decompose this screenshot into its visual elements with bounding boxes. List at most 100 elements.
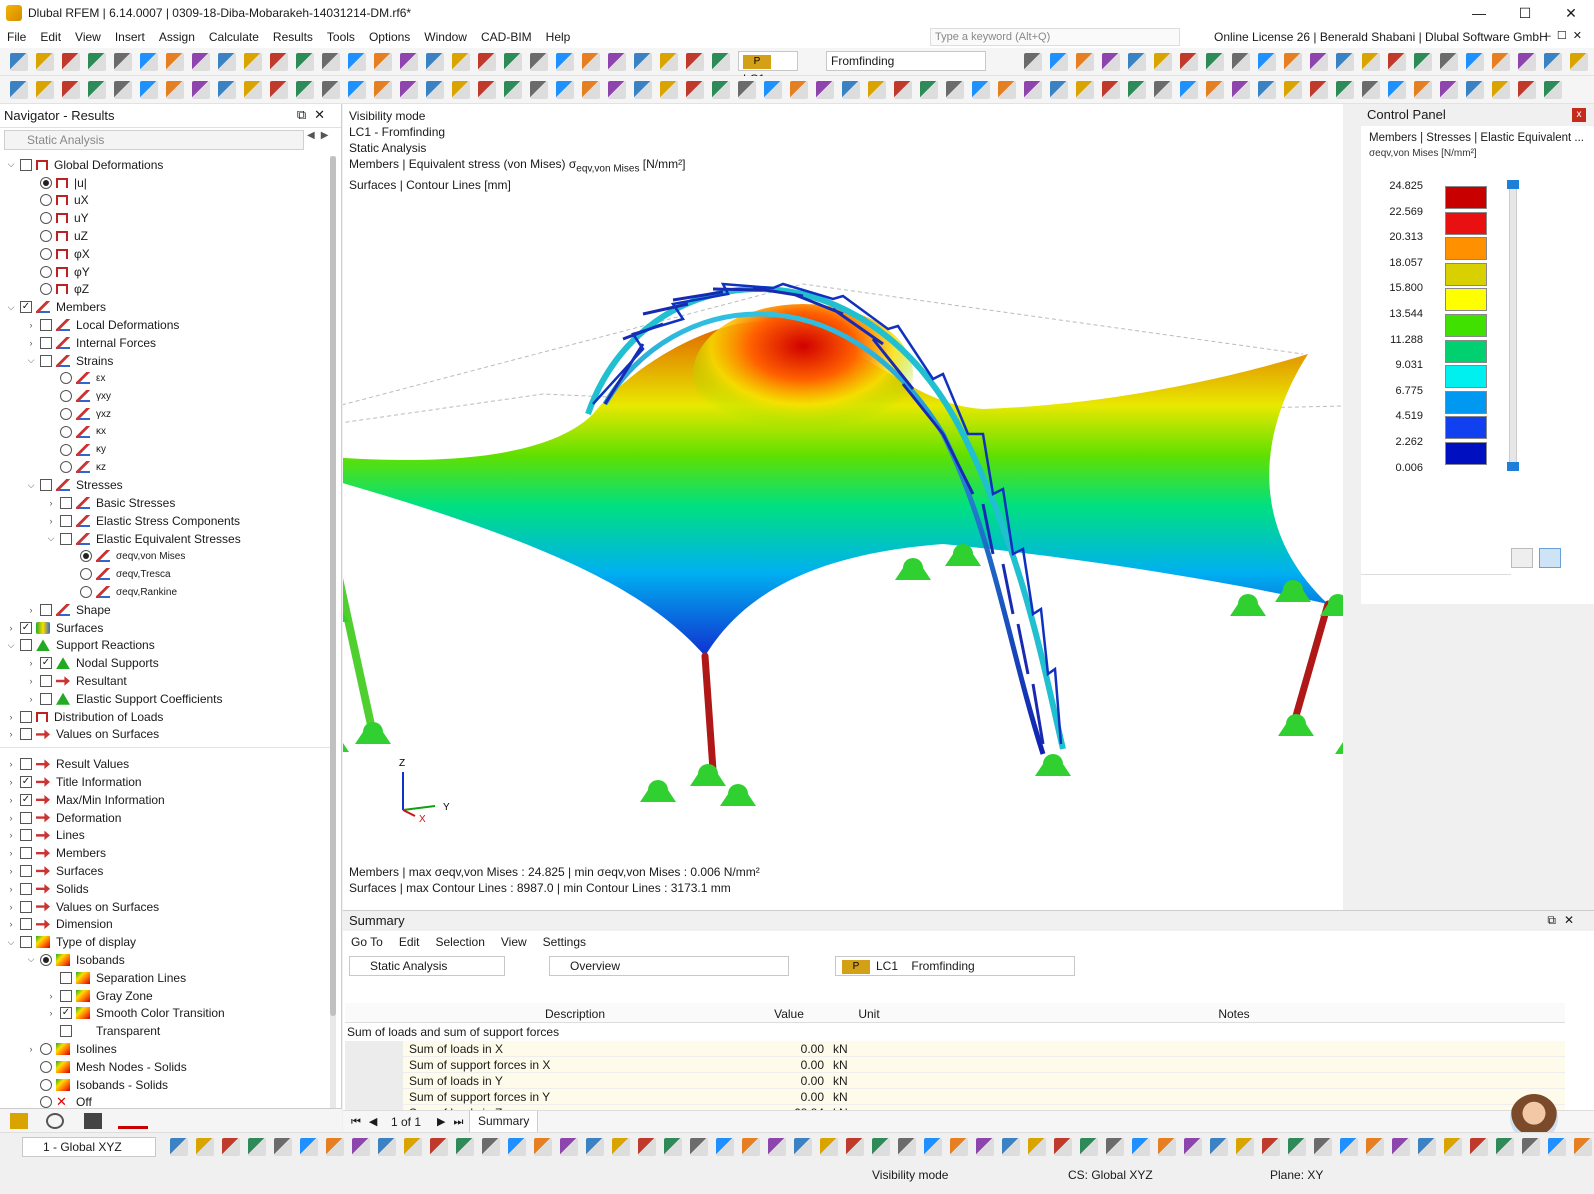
tree-expander-icon[interactable]: › xyxy=(46,498,56,508)
toolbar-tool-icon[interactable] xyxy=(1314,1138,1332,1156)
tree-item[interactable]: › Basic Stresses xyxy=(0,494,330,512)
toolbar-tool-icon[interactable] xyxy=(582,81,600,99)
tree-item[interactable]: |u| xyxy=(0,174,330,192)
toolbar-tool-icon[interactable] xyxy=(1206,53,1224,71)
toolbar-tool-icon[interactable] xyxy=(1158,1138,1176,1156)
toolbar-tool-icon[interactable] xyxy=(36,53,54,71)
toolbar-tool-icon[interactable] xyxy=(1206,81,1224,99)
menu-cad-bim[interactable]: CAD-BIM xyxy=(474,30,539,44)
toolbar-tool-icon[interactable] xyxy=(1262,1138,1280,1156)
toolbar-tool-icon[interactable] xyxy=(192,53,210,71)
toolbar-tool-icon[interactable] xyxy=(348,53,366,71)
toolbar-tool-icon[interactable] xyxy=(846,1138,864,1156)
tree-expander-icon[interactable]: ⌵ xyxy=(6,159,16,170)
tree-item[interactable]: › Dimension xyxy=(0,915,330,933)
toolbar-tool-icon[interactable] xyxy=(794,1138,812,1156)
toolbar-tool-icon[interactable] xyxy=(1440,53,1458,71)
tree-item[interactable]: φZ xyxy=(0,281,330,299)
toolbar-tool-icon[interactable] xyxy=(716,1138,734,1156)
tree-checkbox[interactable]: ✓ xyxy=(20,775,32,788)
toolbar-tool-icon[interactable] xyxy=(1054,1138,1072,1156)
toolbar-tool-icon[interactable] xyxy=(1154,81,1172,99)
toolbar-tool-icon[interactable] xyxy=(170,1138,188,1156)
toolbar-tool-icon[interactable] xyxy=(348,81,366,99)
toolbar-tool-icon[interactable] xyxy=(1544,81,1562,99)
tree-expander-icon[interactable]: › xyxy=(6,623,16,633)
tree-item[interactable]: σeqv,Rankine xyxy=(0,583,330,601)
tree-checkbox[interactable] xyxy=(20,728,32,741)
table-row[interactable]: Sum of loads in Y 0.00 kN xyxy=(345,1073,1565,1089)
tree-expander-icon[interactable]: › xyxy=(6,919,16,929)
toolbar-tool-icon[interactable] xyxy=(556,53,574,71)
menu-options[interactable]: Options xyxy=(362,30,417,44)
toolbar-tool-icon[interactable] xyxy=(300,1138,318,1156)
toolbar-tool-icon[interactable] xyxy=(196,1138,214,1156)
summary-menu-settings[interactable]: Settings xyxy=(535,935,594,949)
toolbar-tool-icon[interactable] xyxy=(1518,81,1536,99)
menu-tools[interactable]: Tools xyxy=(320,30,362,44)
tree-item[interactable]: Transparent xyxy=(0,1022,330,1040)
toolbar-tool-icon[interactable] xyxy=(426,53,444,71)
col-value[interactable]: Value xyxy=(749,1007,829,1021)
tree-item[interactable]: φX xyxy=(0,245,330,263)
toolbar-tool-icon[interactable] xyxy=(504,81,522,99)
summary-view-combo[interactable]: Overview xyxy=(549,956,789,976)
toolbar-tool-icon[interactable] xyxy=(638,1138,656,1156)
toolbar-tool-icon[interactable] xyxy=(898,1138,916,1156)
summary-menu-goto[interactable]: Go To xyxy=(343,935,391,949)
nodal-supports[interactable] xyxy=(343,544,1343,806)
summary-analysis-combo[interactable]: Static Analysis xyxy=(349,956,505,976)
toolbar-tool-icon[interactable] xyxy=(326,1138,344,1156)
tree-checkbox[interactable] xyxy=(60,1025,72,1038)
toolbar-tool-icon[interactable] xyxy=(218,81,236,99)
toolbar-tool-icon[interactable] xyxy=(244,53,262,71)
toolbar-tool-icon[interactable] xyxy=(114,53,132,71)
tree-item[interactable]: κx xyxy=(0,423,330,441)
tree-expander-icon[interactable]: › xyxy=(26,676,36,686)
tree-radio[interactable] xyxy=(60,408,72,421)
membrane-structure-model[interactable]: Z Y X xyxy=(343,104,1343,910)
toolbar-tool-icon[interactable] xyxy=(1102,81,1120,99)
toolbar-tool-icon[interactable] xyxy=(374,53,392,71)
toolbar-tool-icon[interactable] xyxy=(166,81,184,99)
tree-expander-icon[interactable]: › xyxy=(6,830,16,840)
toolbar-tool-icon[interactable] xyxy=(1028,1138,1046,1156)
tree-checkbox[interactable]: ✓ xyxy=(20,621,32,634)
tree-checkbox[interactable] xyxy=(20,936,32,949)
toolbar-tool-icon[interactable] xyxy=(508,1138,526,1156)
toolbar-tool-icon[interactable] xyxy=(1574,1138,1592,1156)
toolbar-tool-icon[interactable] xyxy=(586,1138,604,1156)
col-description[interactable]: Description xyxy=(405,1007,745,1021)
tree-item[interactable]: ⌵ Type of display xyxy=(0,933,330,951)
tree-checkbox[interactable] xyxy=(60,514,72,527)
tree-checkbox[interactable]: ✓ xyxy=(60,1007,72,1020)
legend-slider-bottom-handle[interactable] xyxy=(1507,462,1519,471)
tree-item[interactable]: › ✓ Surfaces xyxy=(0,619,330,637)
tree-checkbox[interactable] xyxy=(20,710,32,723)
toolbar-tool-icon[interactable] xyxy=(452,53,470,71)
toolbar-tool-icon[interactable] xyxy=(248,1138,266,1156)
toolbar-tool-icon[interactable] xyxy=(270,81,288,99)
toolbar-tool-icon[interactable] xyxy=(998,81,1016,99)
tree-checkbox[interactable] xyxy=(20,918,32,931)
tree-radio[interactable] xyxy=(60,372,72,385)
panel-settings-icon[interactable] xyxy=(1511,548,1533,568)
tree-radio[interactable] xyxy=(40,1078,52,1091)
toolbar-tool-icon[interactable] xyxy=(1496,1138,1514,1156)
tree-item[interactable]: › Deformation xyxy=(0,809,330,827)
toolbar-tool-icon[interactable] xyxy=(114,81,132,99)
toolbar-tool-icon[interactable] xyxy=(972,81,990,99)
tree-item[interactable]: κz xyxy=(0,459,330,477)
toolbar-tool-icon[interactable] xyxy=(764,81,782,99)
toolbar-tool-icon[interactable] xyxy=(426,81,444,99)
toolbar-tool-icon[interactable] xyxy=(374,81,392,99)
toolbar-tool-icon[interactable] xyxy=(530,53,548,71)
menu-file[interactable]: File xyxy=(0,30,33,44)
toolbar-tool-icon[interactable] xyxy=(1336,81,1354,99)
toolbar-tool-icon[interactable] xyxy=(1522,1138,1540,1156)
tree-item[interactable]: › Values on Surfaces xyxy=(0,898,330,916)
tree-item[interactable]: › ✓ Max/Min Information xyxy=(0,791,330,809)
toolbar-tool-icon[interactable] xyxy=(1024,81,1042,99)
tree-expander-icon[interactable]: › xyxy=(26,694,36,704)
tree-item[interactable]: › Members xyxy=(0,844,330,862)
